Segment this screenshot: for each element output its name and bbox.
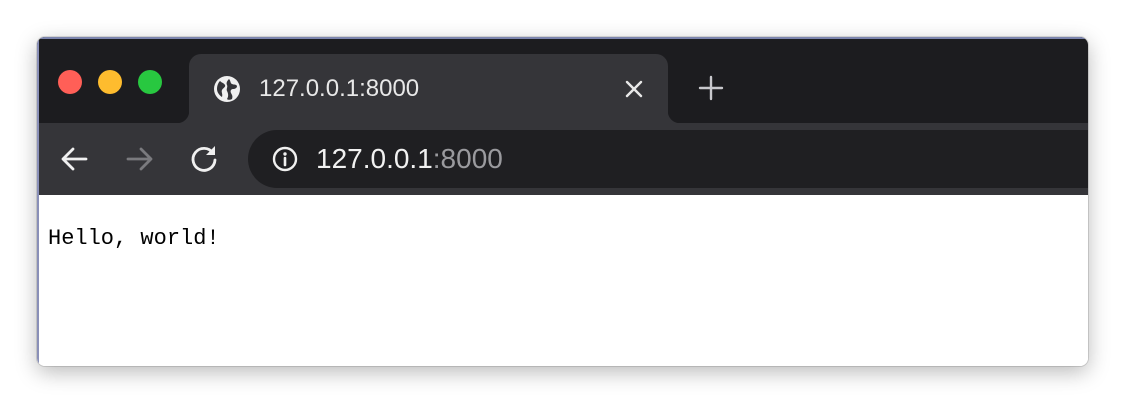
close-icon[interactable]: [622, 77, 646, 101]
url-text: 127.0.0.1:8000: [316, 142, 503, 176]
active-tab[interactable]: 127.0.0.1:8000: [177, 54, 680, 123]
url-host: 127.0.0.1: [316, 143, 433, 174]
screenshot-stage: 127.0.0.1:8000 127.0.0.1:8000 Hello, wor…: [0, 0, 1124, 402]
navigation-toolbar: 127.0.0.1:8000: [37, 123, 1088, 195]
tab-title: 127.0.0.1:8000: [259, 75, 420, 102]
address-bar[interactable]: 127.0.0.1:8000: [248, 130, 1088, 188]
window-zoom-button[interactable]: [138, 70, 162, 94]
tab-strip: 127.0.0.1:8000: [37, 37, 1088, 123]
reload-icon[interactable]: [189, 144, 219, 174]
window-minimize-button[interactable]: [98, 70, 122, 94]
page-body-text: Hello, world!: [48, 226, 220, 251]
arrow-right-icon[interactable]: [124, 144, 154, 174]
arrow-left-icon[interactable]: [60, 144, 90, 174]
plus-icon[interactable]: [698, 75, 724, 101]
page-content: Hello, world!: [37, 195, 1088, 366]
window-close-button[interactable]: [58, 70, 82, 94]
globe-icon: [213, 75, 241, 103]
url-port: :8000: [432, 143, 503, 174]
info-icon[interactable]: [272, 146, 298, 172]
browser-window: 127.0.0.1:8000 127.0.0.1:8000 Hello, wor…: [37, 37, 1088, 366]
